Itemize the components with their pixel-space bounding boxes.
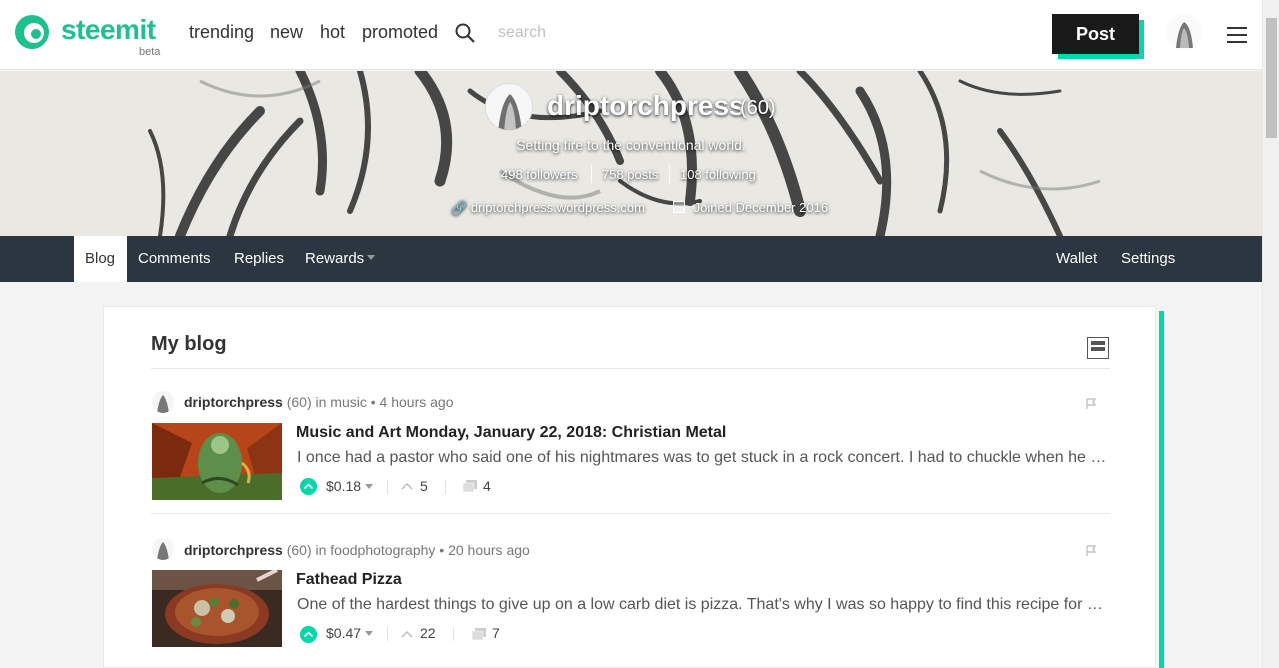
comments-icon[interactable] <box>462 479 478 493</box>
nav-new[interactable]: new <box>270 22 303 43</box>
accent-rail <box>1159 311 1164 668</box>
voters-chevron-icon[interactable] <box>401 482 413 490</box>
chevron-down-icon <box>365 484 374 489</box>
comments-icon[interactable] <box>471 627 487 641</box>
post-in-label: in <box>315 542 327 558</box>
joined-date: Joined December 2016 <box>673 200 828 215</box>
meta-divider <box>387 627 388 641</box>
page-title: My blog <box>151 333 227 355</box>
post-time[interactable]: • 4 hours ago <box>371 394 454 410</box>
post-meta: driptorchpress (60) in music • 4 hours a… <box>184 394 454 410</box>
profile-tab-bar: Blog Comments Replies Rewards Wallet Set… <box>0 236 1262 282</box>
vote-count[interactable]: 5 <box>420 478 428 494</box>
meta-divider <box>453 627 454 641</box>
post-divider <box>151 513 1110 514</box>
post-thumbnail[interactable] <box>152 423 282 500</box>
post-category[interactable]: music <box>330 394 367 410</box>
page-scrollbar[interactable] <box>1262 0 1279 668</box>
following-link[interactable]: 108 following <box>680 167 756 182</box>
post-author[interactable]: driptorchpress <box>184 542 283 558</box>
payout-value: $0.47 <box>326 625 362 641</box>
search-icon[interactable] <box>455 23 475 43</box>
joined-text: Joined December 2016 <box>693 200 829 215</box>
nav-hot[interactable]: hot <box>320 22 345 43</box>
post-excerpt[interactable]: I once had a pastor who said one of his … <box>297 449 1107 467</box>
website-text: driptorchpress.wordpress.com <box>470 200 645 215</box>
tab-settings[interactable]: Settings <box>1110 236 1186 282</box>
post-payout[interactable]: $0.18 <box>326 478 374 494</box>
post-author-avatar[interactable] <box>152 391 174 413</box>
user-avatar[interactable] <box>1166 14 1202 50</box>
meta-divider <box>445 480 446 494</box>
post-meta: driptorchpress (60) in foodphotography •… <box>184 542 530 558</box>
tab-blog[interactable]: Blog <box>74 236 127 282</box>
nav-promoted[interactable]: promoted <box>362 22 438 43</box>
profile-about: Setting fire to the conventional world. <box>516 137 746 153</box>
chevron-down-icon <box>365 631 374 636</box>
tab-comments[interactable]: Comments <box>127 236 222 282</box>
hamburger-menu-icon[interactable] <box>1227 27 1247 43</box>
upvote-button[interactable] <box>300 626 317 643</box>
search-input[interactable] <box>498 20 798 46</box>
post-excerpt[interactable]: One of the hardest things to give up on … <box>297 596 1107 614</box>
followers-link[interactable]: 498 followers <box>501 167 578 182</box>
voters-chevron-icon[interactable] <box>401 630 413 638</box>
flag-icon[interactable] <box>1085 398 1097 410</box>
tab-rewards-label: Rewards <box>305 250 365 267</box>
post-author-rep: (60) <box>286 542 312 558</box>
chevron-down-icon <box>367 255 376 260</box>
stat-divider <box>591 165 592 183</box>
post-time[interactable]: • 20 hours ago <box>439 542 530 558</box>
post-title[interactable]: Fathead Pizza <box>296 571 402 589</box>
profile-avatar[interactable] <box>485 83 533 131</box>
post-author-avatar[interactable] <box>152 538 174 560</box>
layout-toggle-icon[interactable] <box>1087 337 1109 359</box>
tab-wallet[interactable]: Wallet <box>1045 236 1108 282</box>
steemit-logo-icon[interactable] <box>14 13 50 51</box>
stat-divider <box>669 165 670 183</box>
vote-count[interactable]: 22 <box>420 625 436 641</box>
post-button[interactable]: Post <box>1052 14 1139 54</box>
post-payout[interactable]: $0.47 <box>326 625 374 641</box>
meta-divider <box>387 480 388 494</box>
post-in-label: in <box>315 394 327 410</box>
comment-count[interactable]: 4 <box>483 478 491 494</box>
flag-icon[interactable] <box>1085 545 1097 557</box>
link-icon: 🔗 <box>451 200 468 215</box>
posts-count: 758 posts <box>602 167 659 182</box>
post-author[interactable]: driptorchpress <box>184 394 283 410</box>
profile-cover: driptorchpress (60) Setting fire to the … <box>0 71 1262 236</box>
profile-name: driptorchpress <box>547 90 745 121</box>
beta-label: beta <box>139 46 161 58</box>
brand-name[interactable]: steemit <box>61 14 156 46</box>
tab-replies[interactable]: Replies <box>223 236 295 282</box>
post-thumbnail[interactable] <box>152 570 282 647</box>
upvote-button[interactable] <box>300 478 317 495</box>
top-header: steemit beta trending new hot promoted P… <box>0 0 1262 70</box>
calendar-icon <box>673 201 685 213</box>
title-divider <box>151 368 1110 369</box>
nav-trending[interactable]: trending <box>189 22 254 43</box>
post-author-rep: (60) <box>286 394 312 410</box>
tab-rewards[interactable]: Rewards <box>294 236 386 282</box>
post-category[interactable]: foodphotography <box>330 542 435 558</box>
payout-value: $0.18 <box>326 478 362 494</box>
profile-reputation: (60) <box>740 97 776 119</box>
scrollbar-thumb[interactable] <box>1266 18 1277 138</box>
post-title[interactable]: Music and Art Monday, January 22, 2018: … <box>296 424 726 442</box>
website-link[interactable]: 🔗 driptorchpress.wordpress.com <box>451 200 645 216</box>
comment-count[interactable]: 7 <box>492 625 500 641</box>
